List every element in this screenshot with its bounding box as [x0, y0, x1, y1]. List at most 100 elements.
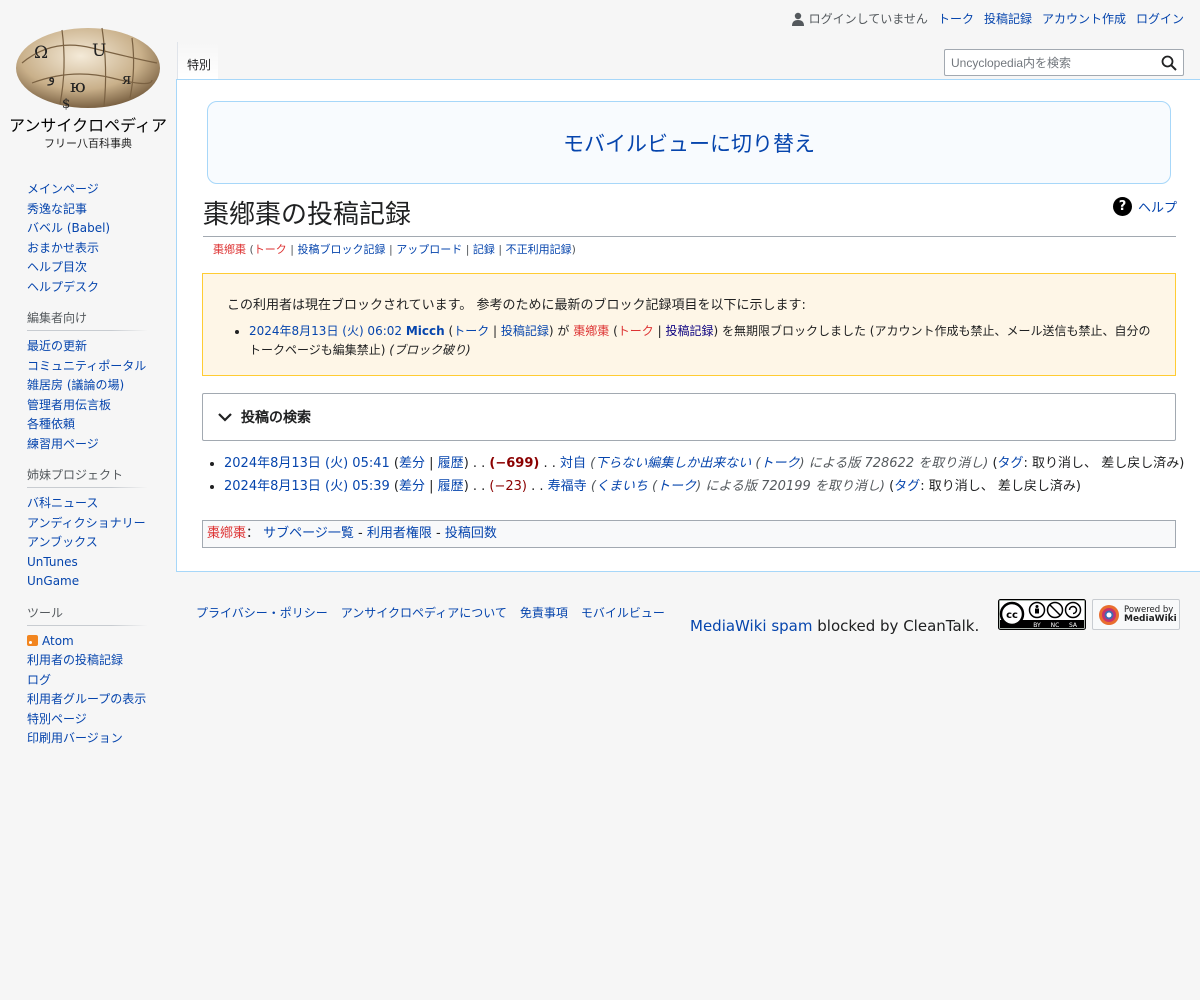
user-tools-colon: ： [246, 526, 260, 541]
contrib-history-link[interactable]: 履歴 [438, 479, 464, 494]
search-form-legend: 投稿の検索 [241, 410, 311, 426]
contrib-history-link[interactable]: 履歴 [438, 456, 464, 471]
page-title: 棗鄕棗の投稿記録 [203, 196, 1176, 237]
sidebar-item-babel[interactable]: バベル (Babel) [27, 221, 110, 235]
block-target-link[interactable]: 棗鄕棗 [573, 324, 609, 338]
block-target-contribs-link[interactable]: 投稿記録 [665, 324, 713, 338]
puzzle-globe-icon: Ω U ю $ و я [16, 27, 160, 112]
subtitle-logs-link[interactable]: 記録 [473, 243, 495, 256]
block-notice: この利用者は現在ブロックされています。 参考のために最新のブロック記録項目を以下… [202, 273, 1176, 376]
footer-about-link[interactable]: アンサイクロペディアについて [341, 604, 507, 621]
block-admin-contribs-link[interactable]: 投稿記録 [501, 324, 549, 338]
svg-text:SA: SA [1069, 622, 1078, 629]
contrib-page-link[interactable]: 寿福寺 [548, 479, 587, 494]
contrib-comment: (下らない編集しか出来ない (トーク) による版 728622 を取り消し) [590, 456, 989, 471]
subtitle-block-log-link[interactable]: 投稿ブロック記録 [298, 243, 386, 256]
sidebar-item-user-groups[interactable]: 利用者グループの表示 [27, 692, 146, 706]
contribution-search-toggle[interactable]: 投稿の検索 [202, 393, 1176, 441]
site-logo[interactable]: Ω U ю $ و я アンサイクロペディア フリー八百科事典 [0, 0, 176, 160]
cleantalk-link[interactable]: MediaWiki spam [690, 617, 812, 635]
subtitle-user-link[interactable]: 棗鄕棗 [213, 243, 246, 256]
footer-mobile-view-link[interactable]: モバイルビュー [581, 604, 665, 621]
svg-text:BY: BY [1033, 622, 1041, 629]
block-reason: (ブロック破り) [389, 343, 471, 357]
search-input[interactable] [945, 50, 1156, 75]
sidebar-item-printable[interactable]: 印刷用バージョン [27, 731, 123, 745]
user-rights-link[interactable]: 利用者権限 [367, 526, 432, 541]
sidebar-item-unbooks[interactable]: アンブックス [27, 535, 98, 549]
comment-text: による版 728622 を取り消し [808, 456, 984, 471]
block-timestamp-link[interactable]: 2024年8月13日 (火) 06:02 [249, 324, 402, 338]
sidebar-item-special-pages[interactable]: 特別ページ [27, 712, 87, 726]
personal-tools: ログインしていません トーク 投稿記録 アカウント作成 ログイン [791, 10, 1184, 27]
sidebar-item-village-pump[interactable]: 雑居房 (議論の場) [27, 378, 124, 392]
contributions-subtitle: 棗鄕棗 (トーク | 投稿ブロック記録 | アップロード | 記録 | 不正利用… [213, 243, 576, 256]
contrib-timestamp-link[interactable]: 2024年8月13日 (火) 05:39 [224, 479, 390, 494]
subtitle-uploads-link[interactable]: アップロード [396, 243, 462, 256]
svg-text:Ω: Ω [34, 43, 48, 63]
sidebar-item-help-contents[interactable]: ヘルプ目次 [27, 260, 87, 274]
search-icon[interactable] [1161, 55, 1177, 71]
contrib-tag-link[interactable]: タグ [894, 479, 920, 494]
personal-contributions-link[interactable]: 投稿記録 [984, 10, 1032, 27]
sidebar-item-featured[interactable]: 秀逸な記事 [27, 202, 87, 216]
subtitle-talk-link[interactable]: トーク [254, 243, 287, 256]
sidebar-heading-editors: 編集者向け [27, 309, 147, 331]
comment-talk-link[interactable]: トーク [760, 456, 799, 471]
svg-text:$: $ [62, 97, 70, 112]
sidebar-item-atom[interactable]: Atom [42, 634, 74, 648]
sidebar-item-community-portal[interactable]: コミュニティポータル [27, 359, 146, 373]
subtitle-abuse-log-link[interactable]: 不正利用記録 [506, 243, 572, 256]
contrib-timestamp-link[interactable]: 2024年8月13日 (火) 05:41 [224, 456, 390, 471]
sidebar-item-main-page[interactable]: メインページ [27, 182, 99, 196]
block-admin-talk-link[interactable]: トーク [453, 324, 489, 338]
sidebar-item-user-contributions[interactable]: 利用者の投稿記録 [27, 653, 123, 667]
svg-text:cc: cc [1006, 610, 1018, 621]
comment-user-link[interactable]: 下らない編集しか出来ない [595, 456, 751, 471]
contrib-diff-link[interactable]: 差分 [399, 479, 425, 494]
sidebar-item-logs[interactable]: ログ [27, 673, 51, 687]
svg-text:ю: ю [70, 76, 86, 97]
mediawiki-flower-icon [1099, 604, 1119, 625]
block-admin-link[interactable]: Micch [406, 324, 445, 338]
sidebar-item-sandbox[interactable]: 練習用ページ [27, 437, 99, 451]
contrib-tag-link[interactable]: タグ [998, 456, 1024, 471]
block-target-talk-link[interactable]: トーク [618, 324, 654, 338]
contrib-page-link[interactable]: 対自 [560, 456, 586, 471]
sidebar-item-unnews[interactable]: バ科ニュース [27, 496, 98, 510]
comment-talk-link[interactable]: トーク [657, 479, 696, 494]
help-icon: ? [1112, 197, 1132, 216]
sidebar-sister-projects: 姉妹プロジェクト バ科ニュース アンディクショナリー アンブックス UnTune… [27, 466, 147, 592]
comment-user-link[interactable]: くまいち [596, 479, 648, 494]
help-label: ヘルプ [1137, 201, 1177, 216]
sidebar-heading-sister: 姉妹プロジェクト [27, 466, 147, 488]
sidebar-item-requests[interactable]: 各種依頼 [27, 417, 75, 431]
sidebar-item-untunes[interactable]: UnTunes [27, 555, 78, 569]
sidebar-item-help-desk[interactable]: ヘルプデスク [27, 280, 99, 294]
cleantalk-text: blocked by CleanTalk. [812, 617, 980, 635]
personal-talk-link[interactable]: トーク [938, 10, 974, 27]
sidebar-item-random[interactable]: おまかせ表示 [27, 241, 99, 255]
sidebar-item-undictionary[interactable]: アンディクショナリー [27, 516, 146, 530]
login-link[interactable]: ログイン [1136, 10, 1184, 27]
tab-special[interactable]: 特別 [177, 42, 218, 79]
footer-disclaimer-link[interactable]: 免責事項 [520, 604, 568, 621]
cc-license-icon[interactable]: cc BY NC SA [998, 599, 1086, 630]
subpages-link[interactable]: サブページ一覧 [263, 526, 354, 541]
create-account-link[interactable]: アカウント作成 [1042, 10, 1126, 27]
help-link[interactable]: ? ヘルプ [1112, 197, 1177, 216]
user-icon [791, 12, 804, 26]
sidebar-item-recent-changes[interactable]: 最近の更新 [27, 339, 87, 353]
powered-by-mediawiki-badge[interactable]: Powered by MediaWiki [1092, 599, 1180, 630]
sidebar-item-ungame[interactable]: UnGame [27, 574, 79, 588]
user-tools-user-link[interactable]: 棗鄕棗 [207, 526, 246, 541]
sidebar-item-admin-noticeboard[interactable]: 管理者用伝言板 [27, 398, 111, 412]
edit-count-link[interactable]: 投稿回数 [445, 526, 497, 541]
user-tools-box: 棗鄕棗： サブページ一覧 - 利用者権限 - 投稿回数 [202, 520, 1176, 548]
svg-text:و: و [47, 68, 55, 86]
mobile-view-switch[interactable]: モバイルビューに切り替え [207, 101, 1171, 184]
footer-privacy-link[interactable]: プライバシー・ポリシー [196, 604, 328, 621]
mobile-view-switch-label: モバイルビューに切り替え [563, 131, 815, 156]
contrib-diff-link[interactable]: 差分 [399, 456, 425, 471]
tab-special-label: 特別 [187, 58, 212, 72]
